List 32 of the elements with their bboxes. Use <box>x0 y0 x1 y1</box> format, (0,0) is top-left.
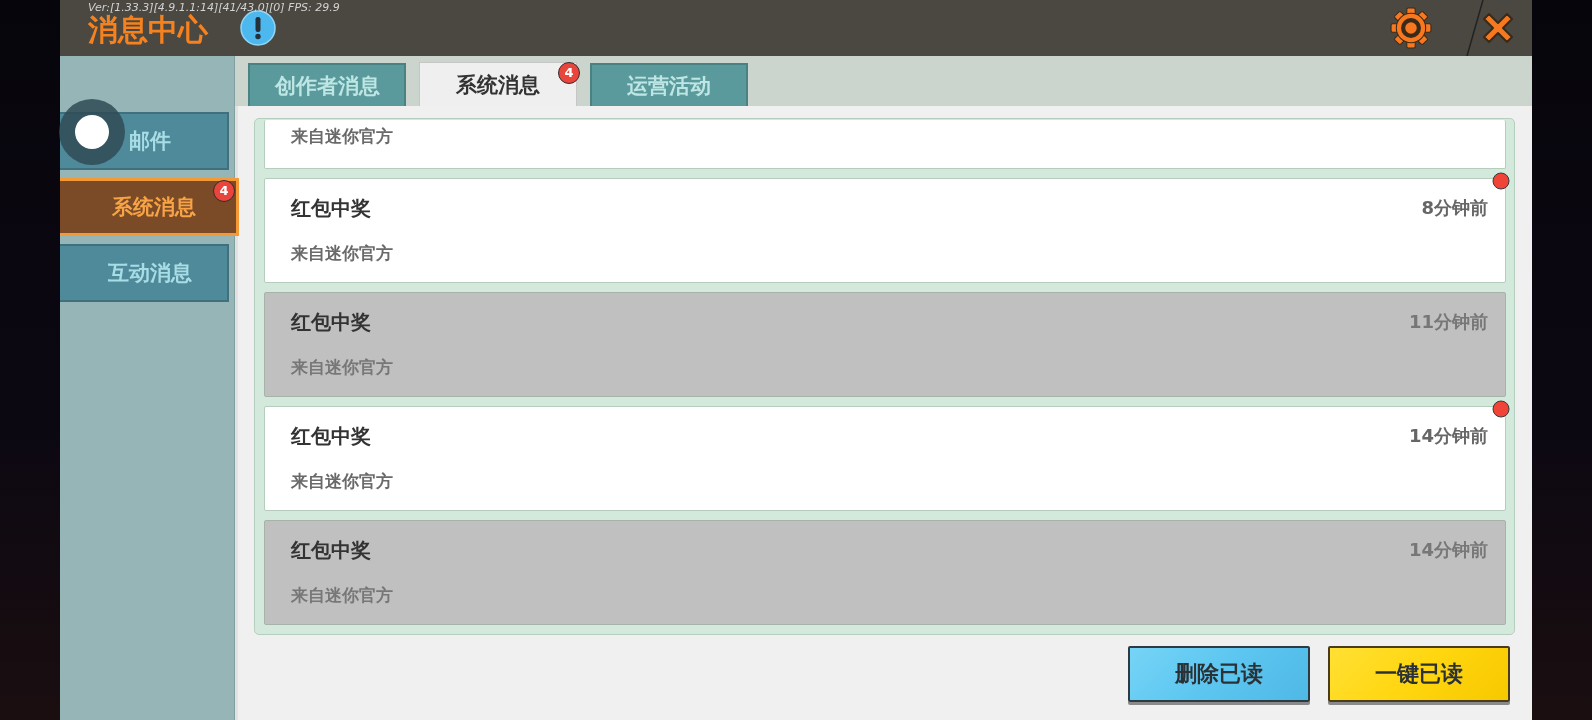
close-icon[interactable] <box>1480 10 1516 46</box>
unread-dot-icon <box>1492 400 1510 418</box>
message-card[interactable]: 红包中奖 14分钟前 来自迷你官方 <box>264 520 1506 625</box>
message-source: 来自迷你官方 <box>291 470 393 492</box>
message-source: 来自迷你官方 <box>291 584 393 606</box>
message-title: 红包中奖 <box>291 424 371 448</box>
unread-dot-icon <box>1492 172 1510 190</box>
header-divider-line <box>1466 0 1484 56</box>
message-time: 14分钟前 <box>1408 424 1488 448</box>
message-title: 红包中奖 <box>291 538 371 562</box>
sidebar-item[interactable]: 系统消息 4 <box>60 178 239 236</box>
action-button[interactable]: 删除已读 <box>1128 646 1310 702</box>
floating-ball-icon[interactable] <box>59 99 125 165</box>
message-title: 红包中奖 <box>291 310 371 334</box>
count-badge: 4 <box>558 62 580 84</box>
message-source: 来自迷你官方 <box>291 242 393 264</box>
message-source: 来自迷你官方 <box>291 356 393 378</box>
message-source: 来自迷你官方 <box>291 125 393 147</box>
action-button[interactable]: 一键已读 <box>1328 646 1510 702</box>
message-card[interactable]: 来自迷你官方 <box>264 120 1506 169</box>
version-text: Ver:[1.33.3][4.9.1.1:14][41/43,0][0] FPS: 29.9 <box>88 2 340 14</box>
message-time: 8分钟前 <box>1421 196 1488 220</box>
settings-icon[interactable] <box>1390 7 1432 49</box>
message-title: 红包中奖 <box>291 196 371 220</box>
count-badge: 4 <box>213 180 235 202</box>
message-card[interactable]: 红包中奖 14分钟前 来自迷你官方 <box>264 406 1506 511</box>
message-card[interactable]: 红包中奖 11分钟前 来自迷你官方 <box>264 292 1506 397</box>
message-time: 11分钟前 <box>1408 310 1488 334</box>
message-time: 14分钟前 <box>1408 538 1488 562</box>
tab[interactable]: 系统消息 4 <box>419 62 577 106</box>
window-title: 消息中心 <box>88 13 208 47</box>
message-card[interactable]: 红包中奖 8分钟前 来自迷你官方 <box>264 178 1506 283</box>
